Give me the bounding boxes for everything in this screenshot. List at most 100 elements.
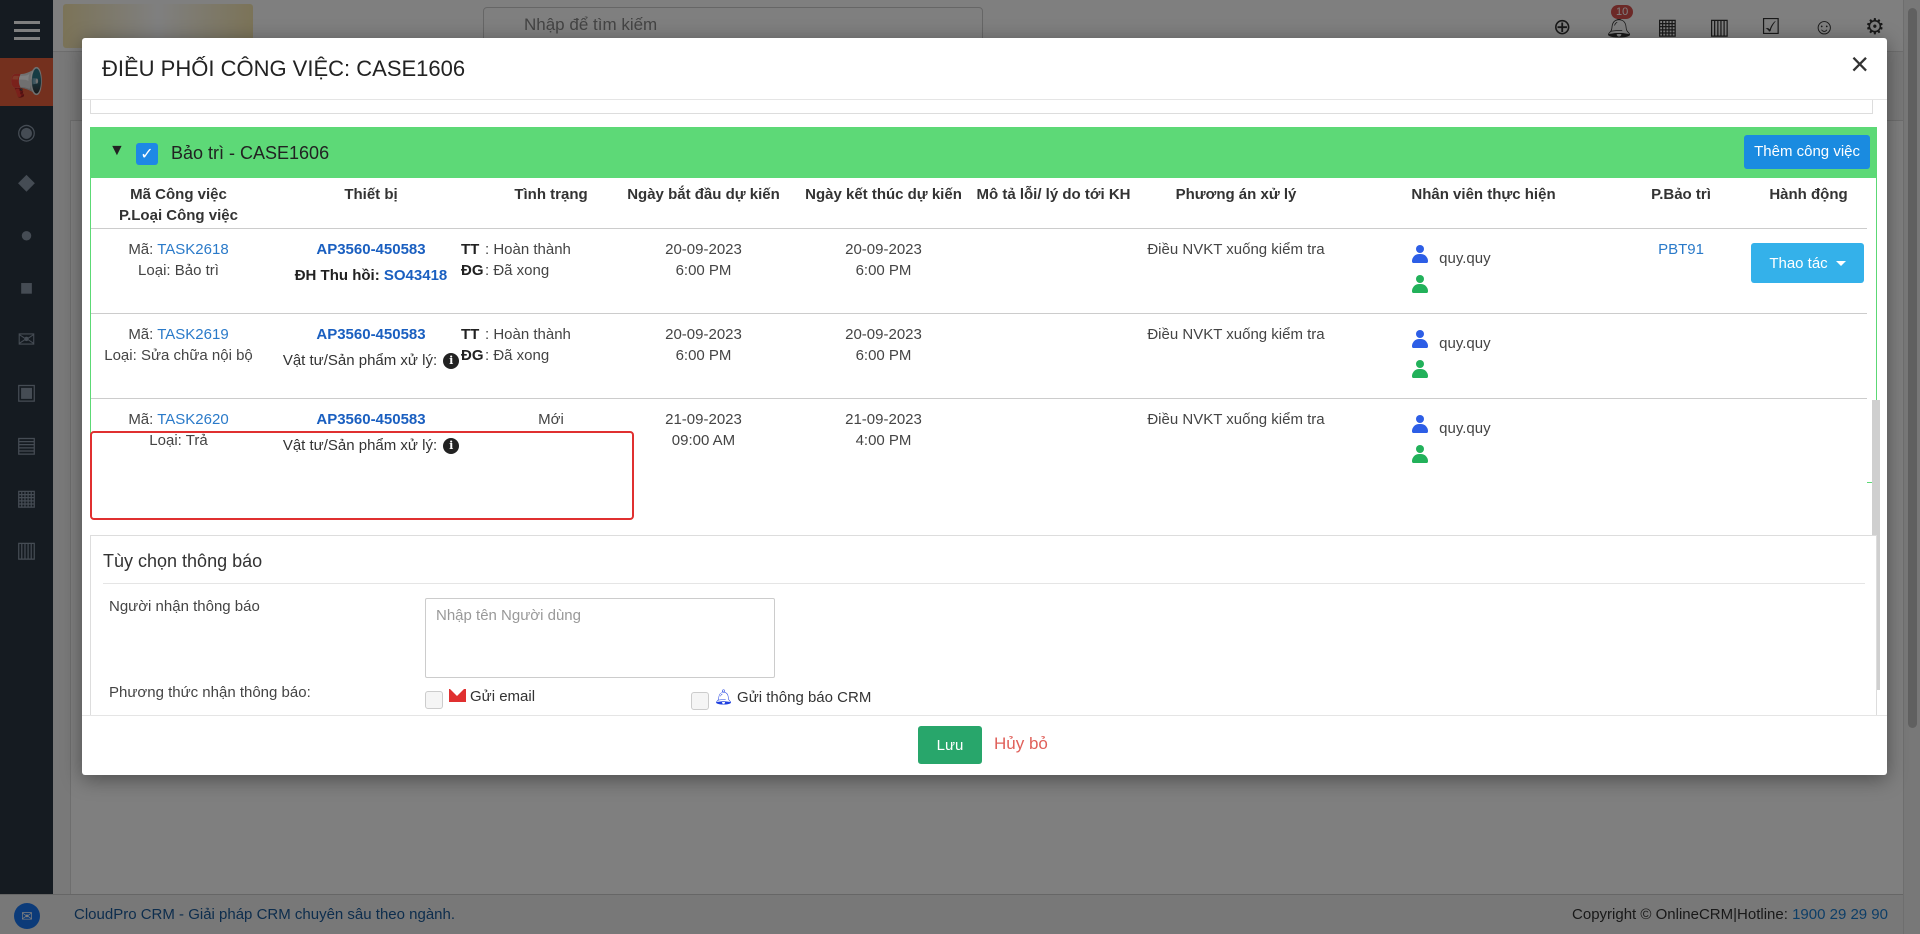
- modal-body: ▼ ✓ Bảo trì - CASE1606 Thêm công việc Mã…: [82, 100, 1887, 715]
- end-date-cell: 20-09-2023 6:00 PM: [796, 324, 971, 366]
- email-checkbox[interactable]: [425, 691, 443, 709]
- recipient-label: Người nhận thông báo: [109, 598, 260, 615]
- task-type: Trả: [185, 432, 208, 449]
- task-code-link[interactable]: TASK2620: [157, 411, 228, 428]
- status-tt-value: : Hoàn thành: [485, 326, 571, 343]
- end-date-cell: 21-09-2023 4:00 PM: [796, 409, 971, 451]
- staff-name: quy.quy: [1439, 420, 1491, 437]
- col-device: Thiết bị: [344, 186, 398, 203]
- support-user-icon: [1411, 445, 1429, 463]
- task-code-link[interactable]: TASK2619: [157, 326, 228, 343]
- status-tt-key: TT: [461, 326, 480, 343]
- divider: [103, 583, 1865, 584]
- end-time: 6:00 PM: [855, 262, 912, 279]
- col-maintenance: P.Bảo trì: [1651, 186, 1711, 203]
- recipient-input[interactable]: Nhập tên Người dùng: [425, 598, 775, 678]
- table-row: Mã: TASK2618 Loại: Bảo trì AP3560-450583…: [91, 228, 1867, 313]
- type-label: Loại:: [138, 262, 171, 279]
- start-date-cell: 20-09-2023 6:00 PM: [616, 239, 791, 281]
- end-time: 6:00 PM: [855, 347, 912, 364]
- col-start-date: Ngày bắt đầu dự kiến: [627, 186, 780, 203]
- status-cell: TT: Hoàn thành ĐG: Đã xong: [461, 239, 571, 281]
- start-time: 6:00 PM: [675, 262, 732, 279]
- status-dg-value: : Đã xong: [485, 347, 550, 364]
- crm-notify-checkbox[interactable]: [691, 692, 709, 710]
- task-code-cell: Mã: TASK2619 Loại: Sửa chữa nội bộ: [96, 324, 261, 366]
- end-time: 4:00 PM: [855, 432, 912, 449]
- type-label: Loại:: [149, 432, 182, 449]
- table-row: Mã: TASK2620 Loại: Trả AP3560-450583 Vật…: [91, 398, 1867, 483]
- status-cell: Mới: [538, 411, 564, 428]
- col-task-code-label: Mã Công việc: [130, 186, 227, 203]
- col-task-code: Mã Công việc P.Loại Công việc: [106, 184, 251, 226]
- col-status: Tình trạng: [514, 186, 588, 203]
- save-button[interactable]: Lưu: [918, 726, 982, 764]
- task-type: Bảo trì: [174, 262, 219, 279]
- group-checkbox[interactable]: ✓: [136, 143, 158, 165]
- status-dg-key: ĐG: [461, 347, 484, 364]
- info-icon[interactable]: i: [443, 438, 460, 454]
- solution-cell: Điều NVKT xuống kiểm tra: [1147, 411, 1325, 428]
- staff-cell: quy.quy: [1411, 245, 1491, 299]
- code-label: Mã:: [128, 411, 154, 428]
- device-link[interactable]: AP3560-450583: [251, 324, 491, 345]
- close-icon[interactable]: ×: [1850, 48, 1869, 80]
- col-end-date: Ngày kết thúc dự kiến: [805, 186, 962, 203]
- crm-notify-option[interactable]: 🔔︎ Gửi thông báo CRM: [714, 688, 871, 706]
- task-type: Sửa chữa nội bộ: [140, 347, 253, 364]
- start-date: 21-09-2023: [665, 411, 742, 428]
- status-cell: TT : Hoàn thành ĐG: Đã xong: [461, 324, 571, 366]
- maintenance-link[interactable]: PBT91: [1651, 239, 1711, 260]
- bell-icon: 🔔︎: [714, 689, 734, 706]
- crm-option-label: Gửi thông báo CRM: [737, 689, 872, 706]
- col-description: Mô tả lỗi/ lý do tới KH: [976, 186, 1131, 203]
- code-label: Mã:: [128, 326, 154, 343]
- return-order-link[interactable]: SO43418: [384, 267, 447, 284]
- device-link[interactable]: AP3560-450583: [271, 239, 471, 260]
- previous-section-edge: [90, 100, 1873, 114]
- device-cell: AP3560-450583 Vật tư/Sản phẩm xử lý: i: [251, 409, 491, 456]
- table-header: Mã Công việc P.Loại Công việc Thiết bị T…: [91, 178, 1876, 228]
- cancel-button[interactable]: Hủy bỏ: [994, 734, 1048, 754]
- col-staff: Nhân viên thực hiện: [1411, 186, 1556, 203]
- start-time: 09:00 AM: [671, 432, 736, 449]
- collapse-caret-icon[interactable]: ▼: [109, 142, 125, 160]
- group-title: Bảo trì - CASE1606: [171, 143, 330, 163]
- add-task-button[interactable]: Thêm công việc: [1744, 135, 1870, 169]
- start-date: 20-09-2023: [665, 326, 742, 343]
- task-code-link[interactable]: TASK2618: [157, 241, 228, 258]
- end-date: 20-09-2023: [845, 326, 922, 343]
- task-group: ▼ ✓ Bảo trì - CASE1606 Thêm công việc Mã…: [90, 127, 1877, 483]
- modal-footer: Lưu Hủy bỏ: [82, 715, 1887, 775]
- col-task-type-label: P.Loại Công việc: [119, 207, 238, 224]
- material-label: Vật tư/Sản phẩm xử lý:: [282, 437, 438, 454]
- action-dropdown-button[interactable]: Thao tác: [1751, 243, 1864, 283]
- col-solution: Phương án xử lý: [1175, 186, 1297, 203]
- support-user-icon: [1411, 275, 1429, 293]
- solution-cell: Điều NVKT xuống kiểm tra: [1147, 241, 1325, 258]
- notification-options-title: Tùy chọn thông báo: [103, 551, 263, 571]
- assignee-icon: [1411, 245, 1429, 263]
- return-order-label: ĐH Thu hồi:: [294, 267, 380, 284]
- end-date: 21-09-2023: [845, 411, 922, 428]
- code-label: Mã:: [128, 241, 154, 258]
- info-icon[interactable]: i: [443, 353, 460, 369]
- start-date-cell: 20-09-2023 6:00 PM: [616, 324, 791, 366]
- staff-cell: quy.quy: [1411, 415, 1491, 469]
- staff-name: quy.quy: [1439, 335, 1491, 352]
- notification-options-panel: Tùy chọn thông báo Người nhận thông báo …: [90, 535, 1877, 715]
- task-code-cell: Mã: TASK2618 Loại: Bảo trì: [106, 239, 251, 281]
- end-date: 20-09-2023: [845, 241, 922, 258]
- start-date-cell: 21-09-2023 09:00 AM: [616, 409, 791, 451]
- status-dg-key: ĐG: [461, 262, 484, 279]
- chevron-down-icon: [1835, 260, 1846, 266]
- device-link[interactable]: AP3560-450583: [251, 409, 491, 430]
- table-row: Mã: TASK2619 Loại: Sửa chữa nội bộ AP356…: [91, 313, 1867, 398]
- status-tt-key: TT: [461, 241, 480, 258]
- envelope-icon: [449, 689, 466, 702]
- email-option[interactable]: Gửi email: [449, 688, 535, 705]
- status-tt-value: : Hoàn thành: [485, 241, 571, 258]
- solution-cell: Điều NVKT xuống kiểm tra: [1147, 326, 1325, 343]
- material-label: Vật tư/Sản phẩm xử lý:: [282, 352, 438, 369]
- start-date: 20-09-2023: [665, 241, 742, 258]
